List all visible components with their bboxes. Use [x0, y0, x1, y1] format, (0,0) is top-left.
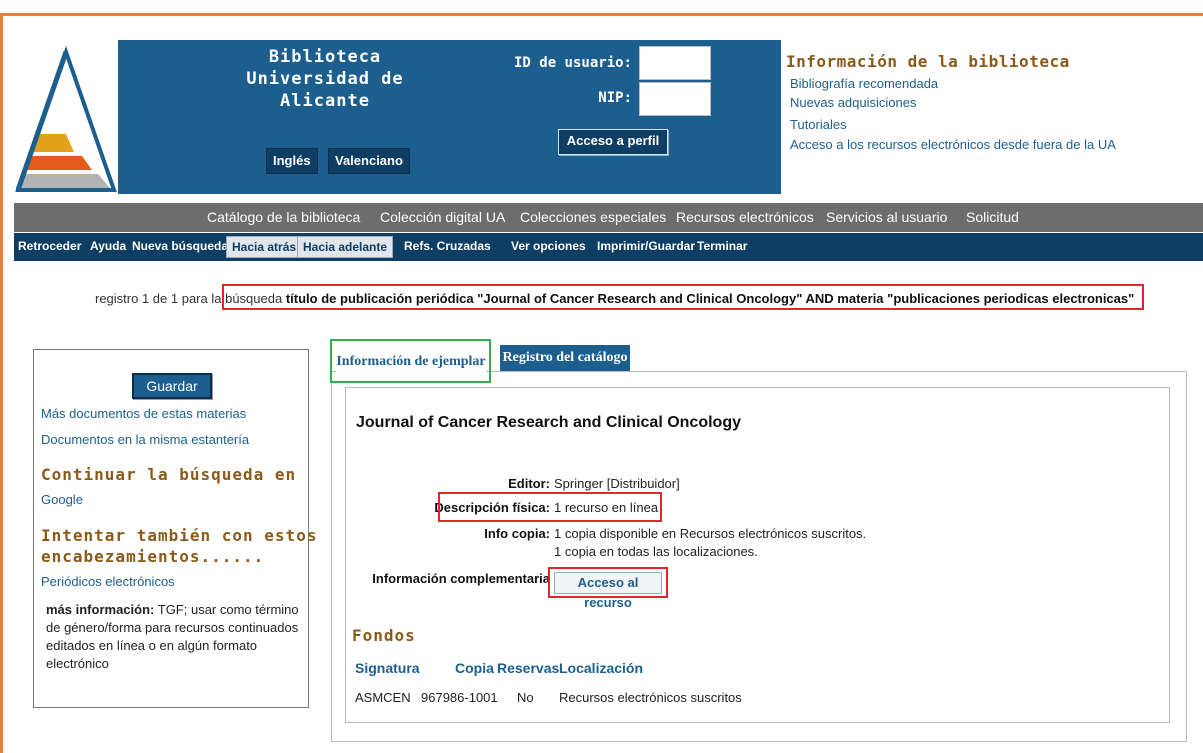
highlight-access-box: [548, 567, 668, 598]
nav-view-options[interactable]: Ver opciones: [511, 239, 586, 253]
highlight-tab-box: [330, 339, 491, 383]
link-same-shelf[interactable]: Documentos en la misma estantería: [41, 432, 249, 447]
copy-info-label: Info copia:: [484, 526, 550, 541]
col-localizacion: Localización: [559, 660, 644, 676]
library-title-line2: Universidad de Alicante: [246, 69, 404, 111]
nav-user-services[interactable]: Servicios al usuario: [826, 209, 947, 225]
col-copia: Copia: [455, 660, 494, 676]
link-electronic-periodicals[interactable]: Periódicos electrónicos: [41, 574, 175, 589]
copy-info-value-1: 1 copia disponible en Recursos electróni…: [554, 526, 867, 541]
editor-value: Springer [Distribuidor]: [554, 476, 680, 491]
editor-label: Editor:: [508, 476, 550, 491]
library-title-line1: Biblioteca: [268, 47, 382, 67]
nav-next-button[interactable]: Hacia adelante: [297, 236, 394, 258]
university-logo: [14, 40, 118, 194]
record-title: Journal of Cancer Research and Clinical …: [356, 414, 741, 431]
nav-request[interactable]: Solicitud: [966, 209, 1019, 225]
nav-back[interactable]: Retroceder: [18, 239, 81, 253]
highlight-description-box: [438, 492, 662, 522]
cell-reservas: No: [517, 690, 534, 705]
user-id-input[interactable]: [639, 46, 711, 80]
frame-border-top: [0, 13, 1203, 16]
copy-info-value-2: 1 copia en todas las localizaciones.: [554, 544, 758, 559]
summary-prefix: registro 1 de 1 para la: [95, 291, 222, 306]
nav-new-search[interactable]: Nueva búsqueda: [132, 239, 228, 253]
tab-catalog-record[interactable]: Registro del catálogo: [500, 345, 630, 371]
library-title: Biblioteca Universidad de Alicante: [200, 46, 450, 112]
user-id-label: ID de usuario:: [513, 55, 632, 71]
highlight-query-box: [222, 284, 1144, 310]
more-info-note: más información: TGF; usar como término …: [46, 601, 306, 673]
col-reservas: Reservas: [497, 660, 560, 676]
continue-search-heading: Continuar la búsqueda en: [41, 465, 297, 484]
try-heading-line1: Intentar también con estos: [41, 526, 318, 545]
link-more-documents[interactable]: Más documentos de estas materias: [41, 406, 246, 421]
nav-cross-refs[interactable]: Refs. Cruzadas: [404, 239, 491, 253]
nav-digital-collection[interactable]: Colección digital UA: [380, 209, 505, 225]
holdings-heading: Fondos: [352, 626, 416, 645]
cell-copia: 967986-1001: [421, 690, 498, 705]
cell-signatura: ASMCEN: [355, 690, 411, 705]
pin-input[interactable]: [639, 82, 711, 116]
nav-help[interactable]: Ayuda: [90, 239, 126, 253]
frame-border-left: [0, 13, 3, 753]
nav-print-save[interactable]: Imprimir/Guardar: [597, 239, 695, 253]
nav-previous-button[interactable]: Hacia atrás: [226, 236, 303, 258]
info-link-new-acquisitions[interactable]: Nuevas adquisiciones: [790, 95, 916, 110]
info-link-recommended[interactable]: Bibliografía recomendada: [790, 76, 938, 91]
col-signatura: Signatura: [355, 660, 420, 676]
more-info-label: más información:: [46, 602, 155, 617]
lang-english-button[interactable]: Inglés: [266, 148, 318, 174]
pin-label: NIP:: [598, 90, 632, 106]
logo-icon: [15, 45, 117, 192]
library-info-title: Información de la biblioteca: [786, 52, 1070, 71]
link-google[interactable]: Google: [41, 492, 83, 507]
info-link-remote-access[interactable]: Acceso a los recursos electrónicos desde…: [790, 137, 1116, 152]
cell-localizacion: Recursos electrónicos suscritos: [559, 690, 742, 705]
nav-electronic-resources[interactable]: Recursos electrónicos: [676, 209, 814, 225]
try-headings-heading: Intentar también con estos encabezamient…: [41, 525, 317, 567]
profile-access-button[interactable]: Acceso a perfil: [558, 129, 668, 155]
nav-exit[interactable]: Terminar: [697, 239, 747, 253]
info-link-tutorials[interactable]: Tutoriales: [790, 117, 847, 132]
window-top: [0, 0, 1203, 14]
complementary-info-label: Información complementaria: [372, 571, 550, 586]
lang-valencian-button[interactable]: Valenciano: [328, 148, 410, 174]
try-heading-line2: encabezamientos......: [41, 547, 265, 566]
nav-special-collections[interactable]: Colecciones especiales: [520, 209, 666, 225]
nav-catalog[interactable]: Catálogo de la biblioteca: [207, 209, 360, 225]
save-button[interactable]: Guardar: [132, 373, 212, 399]
